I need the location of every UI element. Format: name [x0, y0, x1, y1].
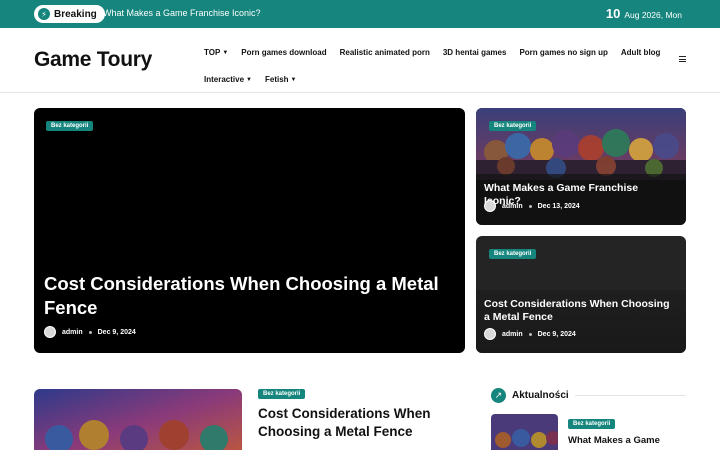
nav-item-adult-blog[interactable]: Adult blog — [621, 39, 661, 66]
post-date: Dec 9, 2024 — [537, 330, 576, 338]
hamburger-menu-icon[interactable] — [679, 56, 686, 62]
breaking-label: Breaking — [54, 8, 97, 20]
author-name[interactable]: admin — [62, 329, 83, 336]
post-meta: admin Dec 9, 2024 — [484, 328, 576, 340]
widget-post-title[interactable]: What Makes a Game — [568, 435, 683, 447]
post-title[interactable]: Cost Considerations When Choosing a Meta… — [258, 405, 458, 441]
category-badge[interactable]: Bez kategorii — [568, 419, 616, 429]
main-nav: TOP ▼ Porn games download Realistic anima… — [204, 39, 674, 93]
nav-item-porn-games-download[interactable]: Porn games download — [241, 39, 326, 66]
category-badge[interactable]: Bez kategorii — [46, 121, 94, 131]
side-post-title[interactable]: Cost Considerations When Choosing a Meta… — [484, 298, 674, 324]
separator-dot — [88, 330, 92, 334]
date-month-year: Aug 2026, Mon — [624, 10, 682, 20]
chevron-down-icon: ▼ — [246, 76, 252, 83]
breaking-headline-link[interactable]: What Makes a Game Franchise Iconic? — [103, 8, 261, 18]
separator-dot — [528, 332, 532, 336]
category-badge[interactable]: Bez kategorii — [258, 389, 306, 399]
game-characters-image — [476, 108, 686, 180]
author-name[interactable]: admin — [502, 331, 523, 338]
site-header: Game Toury TOP ▼ Porn games download Real… — [0, 28, 720, 93]
site-logo[interactable]: Game Toury — [34, 48, 152, 72]
nav-item-3d-hentai-games[interactable]: 3D hentai games — [443, 39, 507, 66]
post-date: Dec 13, 2024 — [537, 202, 580, 210]
chevron-down-icon: ▼ — [222, 49, 229, 56]
side-post-card[interactable]: Bez kategorii What Makes a Game Franchis… — [476, 108, 686, 225]
nav-item-realistic-animated[interactable]: Realistic animated porn — [340, 39, 430, 66]
game-characters-thumbnail[interactable] — [491, 414, 558, 450]
category-badge[interactable]: Bez kategorii — [489, 249, 537, 259]
trending-arrow-icon: ↗ — [491, 388, 506, 403]
side-post-card[interactable]: Bez kategorii Cost Considerations When C… — [476, 236, 686, 353]
nav-item-no-sign-up[interactable]: Porn games no sign up — [519, 39, 607, 66]
featured-post-card[interactable]: Bez kategorii Cost Considerations When C… — [34, 108, 465, 353]
chevron-down-icon: ▼ — [290, 76, 297, 83]
widget-title: Aktualności — [512, 390, 569, 401]
post-meta: admin Dec 13, 2024 — [484, 200, 580, 212]
author-avatar — [484, 328, 496, 340]
author-avatar — [484, 200, 496, 212]
aktualnosci-widget-header: ↗ Aktualności — [491, 388, 686, 403]
game-characters-image[interactable] — [34, 389, 242, 450]
current-date: 10 Aug 2026, Mon — [606, 6, 682, 21]
lightning-icon: ⚡ — [38, 8, 50, 20]
nav-item-top[interactable]: TOP ▼ — [204, 39, 228, 66]
author-name[interactable]: admin — [502, 203, 523, 210]
date-day: 10 — [605, 6, 621, 21]
author-avatar — [44, 326, 56, 338]
divider — [574, 395, 686, 396]
breaking-badge: ⚡ Breaking — [34, 5, 105, 23]
separator-dot — [528, 204, 532, 208]
breaking-news-bar: ⚡ Breaking What Makes a Game Franchise I… — [0, 0, 720, 28]
nav-item-interactive[interactable]: Interactive ▼ — [204, 66, 252, 93]
post-meta: admin Dec 9, 2024 — [44, 326, 136, 338]
category-badge[interactable]: Bez kategorii — [489, 121, 537, 131]
nav-item-fetish[interactable]: Fetish ▼ — [265, 66, 297, 93]
post-date: Dec 9, 2024 — [97, 328, 136, 336]
featured-post-title[interactable]: Cost Considerations When Choosing a Meta… — [44, 272, 444, 320]
